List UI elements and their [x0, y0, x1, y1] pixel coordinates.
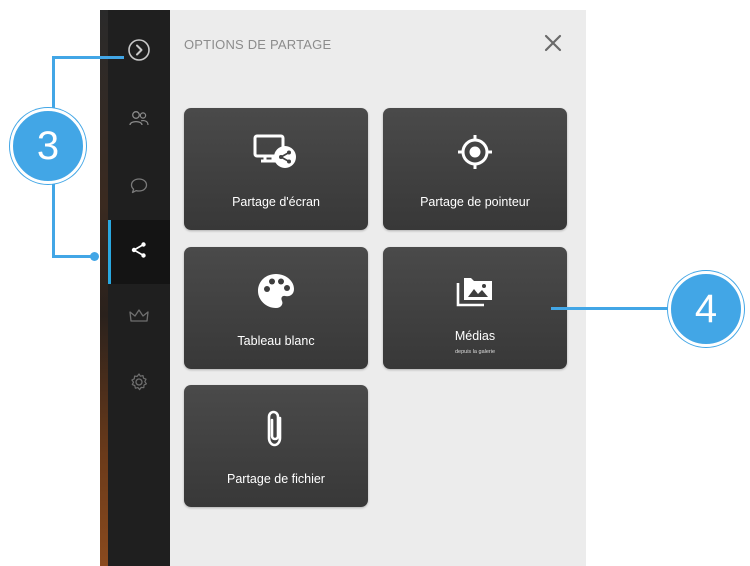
people-icon: [128, 109, 150, 132]
rail-item-participants[interactable]: [108, 88, 170, 152]
close-button[interactable]: [538, 30, 568, 60]
palette-icon: [255, 271, 297, 316]
share-icon: [130, 241, 148, 264]
tile-label: Partage de pointeur: [420, 195, 530, 209]
chevron-right-circle-icon: [127, 38, 151, 67]
media-tile[interactable]: Médias depuis la galerie: [383, 247, 567, 369]
tile-label: Médias: [454, 329, 496, 343]
callout-badge-3: 3: [10, 108, 86, 184]
tile-sublabel: depuis la galerie: [454, 349, 496, 355]
target-icon: [455, 132, 495, 177]
tile-label: Partage d'écran: [232, 195, 320, 209]
tile-label: Partage de fichier: [227, 472, 325, 486]
screen-share-tile[interactable]: Partage d'écran: [184, 108, 368, 230]
callout-leader-dot: [90, 252, 99, 261]
sharing-options-panel: OPTIONS DE PARTAGE Partage d'écran Parta…: [170, 10, 586, 566]
gear-icon: [129, 372, 149, 397]
callout-leader-line: [551, 307, 673, 310]
file-share-tile[interactable]: Partage de fichier: [184, 385, 368, 507]
rail-item-expand[interactable]: [108, 20, 170, 84]
paperclip-icon: [263, 409, 289, 454]
gallery-icon: [454, 273, 496, 314]
rail-item-settings[interactable]: [108, 352, 170, 416]
callout-badge-4: 4: [668, 271, 744, 347]
panel-title: OPTIONS DE PARTAGE: [184, 37, 332, 52]
tile-label: Tableau blanc: [237, 334, 315, 348]
chat-bubble-icon: [129, 176, 149, 201]
close-icon: [543, 33, 563, 58]
side-nav-rail: [108, 10, 170, 566]
rail-item-crown[interactable]: [108, 286, 170, 350]
rail-item-share[interactable]: [108, 220, 170, 284]
pointer-share-tile[interactable]: Partage de pointeur: [383, 108, 567, 230]
screen-share-icon: [253, 133, 299, 176]
whiteboard-tile[interactable]: Tableau blanc: [184, 247, 368, 369]
crown-icon: [128, 307, 150, 330]
rail-item-chat[interactable]: [108, 156, 170, 220]
callout-leader-line: [52, 255, 94, 258]
callout-leader-line: [52, 56, 124, 59]
